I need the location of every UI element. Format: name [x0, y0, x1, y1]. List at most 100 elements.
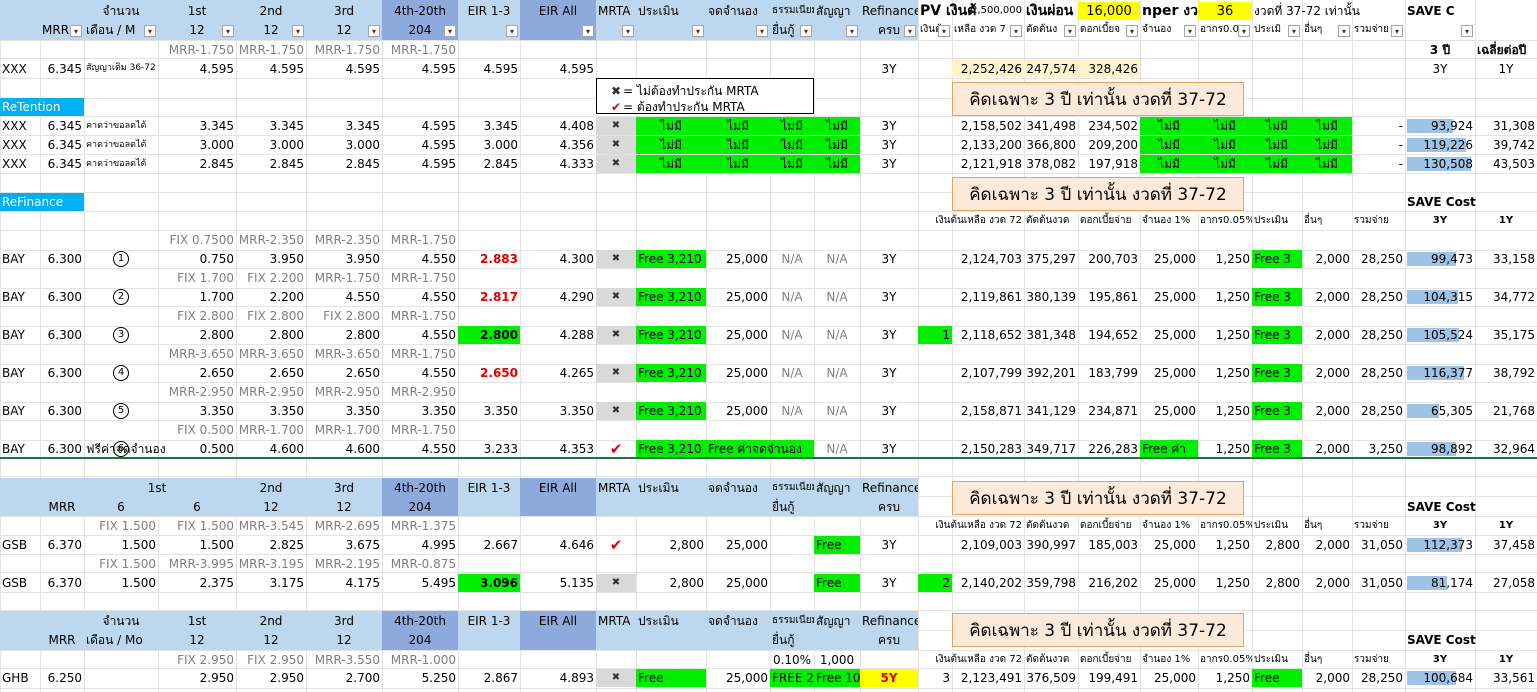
header-4th[interactable]: 4th-20th	[382, 2, 458, 20]
pramern[interactable]: ไม่มี	[636, 117, 706, 135]
eir13[interactable]: 3.000	[458, 136, 520, 154]
rate[interactable]: 5.495	[382, 574, 458, 592]
fix-rate[interactable]: MRR-3.650	[306, 345, 382, 363]
rate[interactable]: 3.950	[236, 250, 306, 268]
nper-value[interactable]: 36	[1198, 2, 1252, 20]
k5[interactable]: 25,000	[1140, 288, 1198, 306]
interest[interactable]: 194,652	[1078, 326, 1140, 344]
pramern[interactable]: 2,800	[636, 574, 706, 592]
cross-icon[interactable]: ✖	[596, 402, 636, 420]
bank[interactable]: BAY	[0, 250, 40, 268]
filter-dropdown-icon[interactable]: ▾	[222, 25, 234, 37]
gsb-h-m4[interactable]: 204	[382, 498, 458, 516]
rate[interactable]: 4.595	[158, 60, 236, 77]
rate[interactable]: 4.595	[382, 117, 458, 135]
eir13[interactable]: 3.096	[458, 574, 520, 592]
filter-dropdown-icon[interactable]: ▾	[1288, 25, 1300, 37]
gsb-h-refinance[interactable]: Refinance	[860, 479, 918, 497]
k7[interactable]: Free 3	[1252, 250, 1302, 268]
eirall[interactable]: 3.350	[520, 402, 596, 420]
filter-dropdown-icon[interactable]: ▾	[1338, 25, 1350, 37]
mrr[interactable]: 6.300	[40, 250, 84, 268]
k5[interactable]: 25,000	[1140, 326, 1198, 344]
subheader[interactable]: เงินต้นเหลือ งวด 72	[918, 212, 1024, 230]
filter-dropdown-icon[interactable]: ▾	[582, 25, 594, 37]
subheader[interactable]: ดอกเบี้ยจ่าย	[1078, 517, 1140, 535]
k5[interactable]: 25,000	[1140, 669, 1198, 687]
gsb-h-crob[interactable]: ครบ	[860, 498, 918, 516]
fix-rate[interactable]: MRR-3.650	[236, 345, 306, 363]
jod[interactable]: ไม่มี	[706, 117, 770, 135]
fix-rate[interactable]: MRR-1.750	[382, 421, 458, 439]
rate[interactable]: 4.550	[306, 288, 382, 306]
rate[interactable]: 4.550	[382, 364, 458, 382]
fix-rate[interactable]: MRR-2.695	[306, 517, 382, 535]
eirall[interactable]: 4.333	[520, 155, 596, 173]
pramern[interactable]: Free 3,210	[636, 364, 706, 382]
refinance[interactable]: 3Y	[860, 155, 918, 173]
eirall[interactable]: 4.290	[520, 288, 596, 306]
fix-rate[interactable]: MRR-2.950	[236, 383, 306, 401]
header-pramern[interactable]: ประเมิน	[636, 2, 706, 20]
k6[interactable]: ไม่มี	[1198, 117, 1252, 135]
k8[interactable]: 2,000	[1302, 536, 1352, 554]
fix-rate[interactable]: MRR-1.000	[382, 651, 458, 668]
subheader[interactable]: ตัดต้นงวด	[1024, 212, 1078, 230]
fix-rate[interactable]: FIX 1.500	[84, 555, 158, 573]
k8[interactable]: 2,000	[1302, 574, 1352, 592]
filter-dropdown-icon[interactable]: ▾	[506, 25, 518, 37]
cross-icon[interactable]: ✖	[596, 250, 636, 268]
eir13[interactable]: 2.667	[458, 536, 520, 554]
nper-label[interactable]: nper งว	[1140, 2, 1198, 20]
ghb-h-4th[interactable]: 4th-20th	[382, 612, 458, 630]
jod[interactable]: 25,000	[706, 536, 770, 554]
ghb-h-2nd[interactable]: 2nd	[236, 612, 306, 630]
interest[interactable]: 197,918	[1078, 155, 1140, 173]
mrr[interactable]: 6.300	[40, 288, 84, 306]
save-avg-header[interactable]: เฉลี่ยต่อปี	[1475, 41, 1537, 58]
cross-icon[interactable]: ✖	[596, 155, 636, 173]
mrr[interactable]: 6.345	[40, 60, 84, 77]
filter-dropdown-icon[interactable]: ▾	[1064, 25, 1076, 37]
cross-icon[interactable]: ✖	[596, 136, 636, 154]
fix-rate[interactable]: FIX 0.7500	[158, 231, 236, 249]
k5[interactable]: 25,000	[1140, 574, 1198, 592]
fix-rate[interactable]: MRR-1.375	[382, 517, 458, 535]
save-3y[interactable]: 3Y	[1405, 60, 1475, 77]
refinance[interactable]: 3Y	[860, 288, 918, 306]
total[interactable]: 28,250	[1352, 364, 1405, 382]
sanya[interactable]: N/A	[814, 364, 860, 382]
rate[interactable]: 2.700	[306, 669, 382, 687]
rate[interactable]: 4.595	[458, 60, 520, 77]
fix-rate[interactable]: FIX 2.800	[236, 307, 306, 325]
k6[interactable]: 1,250	[1198, 402, 1252, 420]
total[interactable]: -	[1352, 136, 1405, 154]
k5[interactable]: ไม่มี	[1140, 117, 1198, 135]
refinance-title[interactable]: ReFinance	[0, 193, 84, 211]
subheader[interactable]: 3Y	[1405, 651, 1475, 669]
k6[interactable]: 1,250	[1198, 326, 1252, 344]
gsb-h-eirall[interactable]: EIR All	[520, 479, 596, 497]
subheader[interactable]: เงินต้นเหลือ งวด 72	[918, 651, 1024, 669]
save-3y[interactable]: 116,377	[1405, 364, 1475, 382]
refinance[interactable]: 3Y	[860, 440, 918, 458]
mrr[interactable]: 6.370	[40, 574, 84, 592]
bank[interactable]: BAY	[0, 440, 40, 458]
rate[interactable]: 1.500	[84, 536, 158, 554]
k6[interactable]: 1,250	[1198, 250, 1252, 268]
ghb-h-3rd[interactable]: 3rd	[306, 612, 382, 630]
cross-icon[interactable]: ✖	[596, 574, 636, 592]
ghb-h-fee2[interactable]: ยื่นกู้	[770, 631, 814, 649]
subheader[interactable]: ตัดต้นงวด	[1024, 517, 1078, 535]
eirall[interactable]: 4.408	[520, 117, 596, 135]
fee-pct[interactable]: 0.10%	[770, 651, 814, 668]
fee[interactable]: N/A	[770, 364, 814, 382]
sanya[interactable]: N/A	[814, 250, 860, 268]
subheader[interactable]: อากร0.05%	[1198, 212, 1252, 230]
gsb-h-sanya[interactable]: สัญญา	[814, 479, 860, 497]
gsb-h-1st[interactable]: 1st	[118, 479, 196, 497]
k8[interactable]: 2,000	[1302, 440, 1352, 458]
balance[interactable]: 2,107,799	[952, 364, 1024, 382]
rate[interactable]: 2.800	[306, 326, 382, 344]
fix-rate[interactable]: MRR-1.750	[382, 269, 458, 287]
